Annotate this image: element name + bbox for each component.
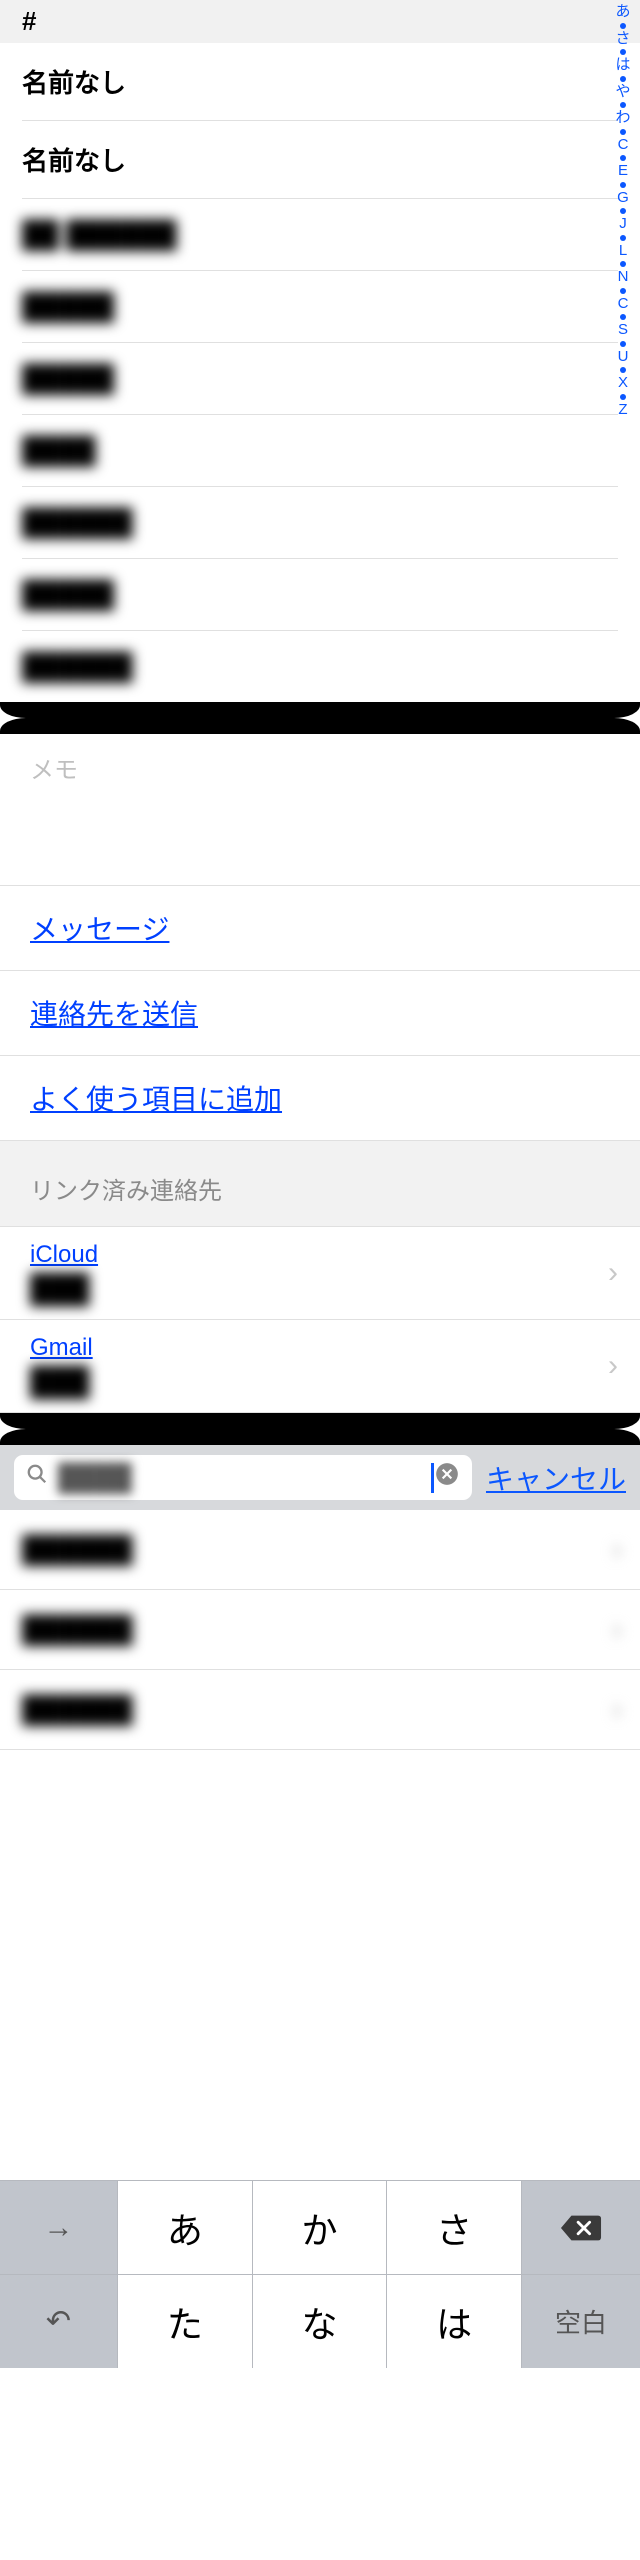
linked-contact-row[interactable]: iCloud ███ › bbox=[0, 1226, 640, 1319]
action-send-message[interactable]: メッセージ bbox=[0, 885, 640, 970]
linked-contact-name: ███ bbox=[30, 1273, 610, 1305]
section-index[interactable]: あさはやわCEGJLNCSUXZ bbox=[608, 0, 638, 702]
contact-row[interactable]: ██████ bbox=[22, 487, 618, 559]
key-na[interactable]: な bbox=[253, 2274, 388, 2368]
linked-source-label: Gmail bbox=[30, 1334, 610, 1362]
key-ka[interactable]: か bbox=[253, 2180, 388, 2274]
chevron-right-icon: › bbox=[612, 1533, 622, 1567]
key-tab[interactable]: → bbox=[0, 2180, 118, 2274]
contact-row[interactable]: 名前なし bbox=[22, 43, 618, 121]
key-space[interactable]: 空白 bbox=[522, 2274, 640, 2368]
panel-divider bbox=[0, 1413, 640, 1429]
linked-source-label: iCloud bbox=[30, 1241, 610, 1269]
contact-row[interactable]: ██████ bbox=[22, 631, 618, 702]
linked-contact-name: ███ bbox=[30, 1366, 610, 1398]
chevron-right-icon: › bbox=[612, 1693, 622, 1727]
linked-contacts-header: リンク済み連絡先 bbox=[0, 1141, 640, 1226]
search-result-row[interactable]: ██████ › bbox=[0, 1510, 640, 1590]
linked-contact-row[interactable]: Gmail ███ › bbox=[0, 1319, 640, 1413]
search-result-row[interactable]: ██████ › bbox=[0, 1590, 640, 1670]
contact-row[interactable]: ████ bbox=[22, 415, 618, 487]
panel-divider bbox=[0, 702, 640, 718]
memo-label: メモ bbox=[30, 750, 610, 785]
key-a[interactable]: あ bbox=[118, 2180, 253, 2274]
contact-row[interactable]: █████ bbox=[22, 559, 618, 631]
key-delete[interactable] bbox=[522, 2180, 640, 2274]
contact-row[interactable]: █████ bbox=[22, 271, 618, 343]
contact-row[interactable]: 名前なし bbox=[22, 121, 618, 199]
contact-row[interactable]: ██ ██████ bbox=[22, 199, 618, 271]
cancel-button[interactable]: キャンセル bbox=[486, 1458, 626, 1498]
clear-search-button[interactable] bbox=[434, 1461, 460, 1494]
contact-row[interactable]: █████ bbox=[22, 343, 618, 415]
search-result-row[interactable]: ██████ › bbox=[0, 1670, 640, 1750]
search-icon bbox=[26, 1463, 48, 1492]
action-send-contact[interactable]: 連絡先を送信 bbox=[0, 970, 640, 1055]
chevron-right-icon: › bbox=[612, 1613, 622, 1647]
panel-divider bbox=[0, 718, 640, 734]
search-query-text: ████ bbox=[58, 1462, 429, 1493]
chevron-right-icon: › bbox=[608, 1256, 618, 1290]
contact-detail-panel: メモ メッセージ 連絡先を送信 よく使う項目に追加 リンク済み連絡先 iClou… bbox=[0, 734, 640, 1413]
key-ha[interactable]: は bbox=[387, 2274, 522, 2368]
memo-field[interactable]: メモ bbox=[0, 734, 640, 885]
key-ta[interactable]: た bbox=[118, 2274, 253, 2368]
panel-divider bbox=[0, 1429, 640, 1445]
section-header-hash: # bbox=[0, 0, 640, 43]
key-undo[interactable]: ↶ bbox=[0, 2274, 118, 2368]
search-input[interactable]: ████ bbox=[14, 1455, 472, 1500]
keyboard: → あ か さ ↶ た な は 空白 bbox=[0, 2180, 640, 2368]
chevron-right-icon: › bbox=[608, 1349, 618, 1383]
contacts-list-panel: # 名前なし 名前なし ██ ██████ █████ █████ ████ █… bbox=[0, 0, 640, 702]
search-panel: ████ キャンセル ██████ › ██████ › ██████ › → bbox=[0, 1445, 640, 2368]
key-sa[interactable]: さ bbox=[387, 2180, 522, 2274]
empty-space bbox=[0, 1750, 640, 2180]
action-add-favorite[interactable]: よく使う項目に追加 bbox=[0, 1055, 640, 1141]
search-bar: ████ キャンセル bbox=[0, 1445, 640, 1510]
